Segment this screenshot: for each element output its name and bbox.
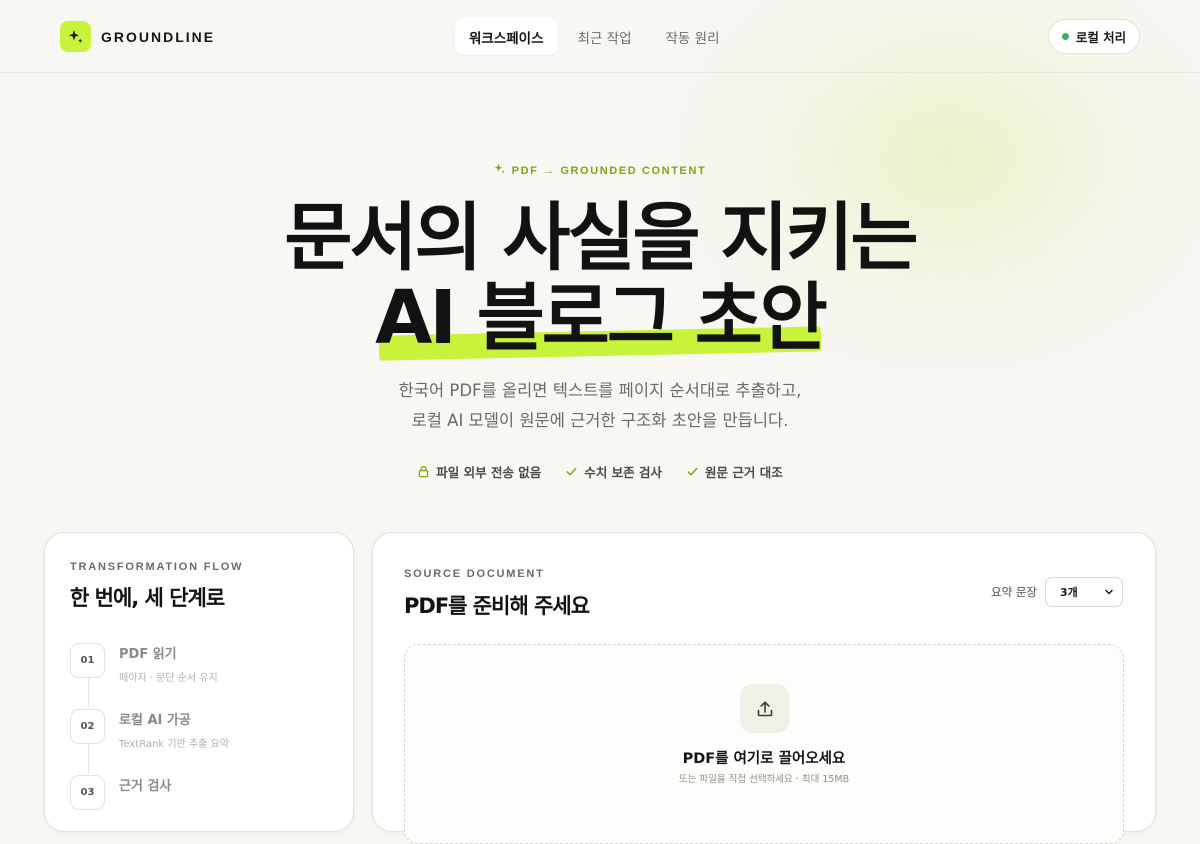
- main-nav: 워크스페이스 최근 작업 작동 원리: [455, 18, 734, 55]
- brand-name: GROUNDLINE: [101, 28, 216, 45]
- step-number: 01: [70, 643, 105, 678]
- lock-icon: [418, 465, 429, 478]
- headline-line-1: 문서의 사실을 지키는: [284, 195, 918, 281]
- nav-item-workspace[interactable]: 워크스페이스: [455, 18, 558, 55]
- local-processing-badge[interactable]: 로컬 처리: [1048, 19, 1140, 54]
- source-label: SOURCE DOCUMENT: [404, 568, 545, 580]
- summary-count-select[interactable]: 3개: [1044, 577, 1123, 607]
- feature-label: 파일 외부 전송 없음: [436, 465, 542, 480]
- feature-list: 파일 외부 전송 없음 수치 보존 검사 원문 근거 대조: [0, 462, 1200, 481]
- headline-line-2: AI 블로그 초안: [375, 275, 828, 361]
- eyebrow-text: PDF → GROUNDED CONTENT: [511, 165, 707, 177]
- feature-label: 원문 근거 대조: [705, 465, 783, 480]
- summary-count-label: 요약 문장: [991, 585, 1037, 599]
- dropzone-subtitle: 또는 파일을 직접 선택하세요 · 최대 15MB: [678, 774, 850, 785]
- feature-source-match: 원문 근거 대조: [686, 462, 783, 481]
- upload-icon: [757, 700, 772, 716]
- page-title: 문서의 사실을 지키는 AI 블로그 초안: [0, 198, 1200, 358]
- feature-label: 수치 보존 검사: [584, 465, 663, 480]
- flow-step-3: 03 근거 검사: [70, 775, 171, 810]
- subtitle-line-2: 로컬 AI 모델이 원문에 근거한 구조화 초안을 만듭니다.: [411, 411, 789, 430]
- status-dot: [1061, 33, 1069, 40]
- top-header: GROUNDLINE 워크스페이스 최근 작업 작동 원리 로컬 처리: [0, 0, 1200, 73]
- step-title: 근거 검사: [119, 779, 172, 794]
- step-title: PDF 읽기: [119, 647, 177, 662]
- hero-eyebrow: PDF → GROUNDED CONTENT: [0, 163, 1200, 177]
- flow-title: 한 번에, 세 단계로: [70, 586, 225, 610]
- feature-no-upload: 파일 외부 전송 없음: [417, 462, 541, 481]
- flow-step-1: 01 PDF 읽기 페이지 · 문단 순서 유지: [70, 643, 218, 684]
- pdf-dropzone[interactable]: PDF를 여기로 끌어오세요 또는 파일을 직접 선택하세요 · 최대 15MB: [404, 644, 1124, 844]
- feature-number-check: 수치 보존 검사: [565, 462, 662, 481]
- sparkle-icon: [494, 163, 505, 174]
- transformation-flow-card: TRANSFORMATION FLOW 한 번에, 세 단계로 01 PDF 읽…: [44, 532, 354, 832]
- source-document-card: SOURCE DOCUMENT PDF를 준비해 주세요 요약 문장 3개 PD…: [372, 532, 1156, 844]
- flow-label: TRANSFORMATION FLOW: [70, 561, 244, 573]
- flow-step-2: 02 로컬 AI 가공 TextRank 기반 추출 요약: [70, 709, 229, 750]
- sparkle-icon: [68, 29, 82, 43]
- step-number: 02: [70, 709, 105, 744]
- summary-count-control: 요약 문장 3개: [991, 577, 1123, 607]
- chevron-down-icon: [1105, 589, 1113, 595]
- dropzone-title: PDF를 여기로 끌어오세요: [682, 751, 846, 767]
- nav-item-recent-work[interactable]: 최근 작업: [564, 18, 646, 55]
- subtitle-line-1: 한국어 PDF를 올리면 텍스트를 페이지 순서대로 추출하고,: [398, 381, 802, 400]
- brand[interactable]: GROUNDLINE: [60, 21, 215, 52]
- step-description: TextRank 기반 추출 요약: [119, 739, 229, 750]
- logo: [60, 21, 91, 52]
- step-description: 페이지 · 문단 순서 유지: [119, 673, 218, 684]
- nav-item-how-it-works[interactable]: 작동 원리: [652, 18, 734, 55]
- status-label: 로컬 처리: [1075, 30, 1127, 45]
- summary-count-value: 3개: [1059, 586, 1078, 599]
- step-title: 로컬 AI 가공: [119, 713, 191, 728]
- hero-subtitle: 한국어 PDF를 올리면 텍스트를 페이지 순서대로 추출하고, 로컬 AI 모…: [0, 376, 1200, 436]
- source-title: PDF를 준비해 주세요: [404, 594, 590, 618]
- check-icon: [566, 467, 577, 476]
- upload-button[interactable]: [740, 684, 789, 733]
- check-icon: [687, 467, 698, 476]
- step-number: 03: [70, 775, 105, 810]
